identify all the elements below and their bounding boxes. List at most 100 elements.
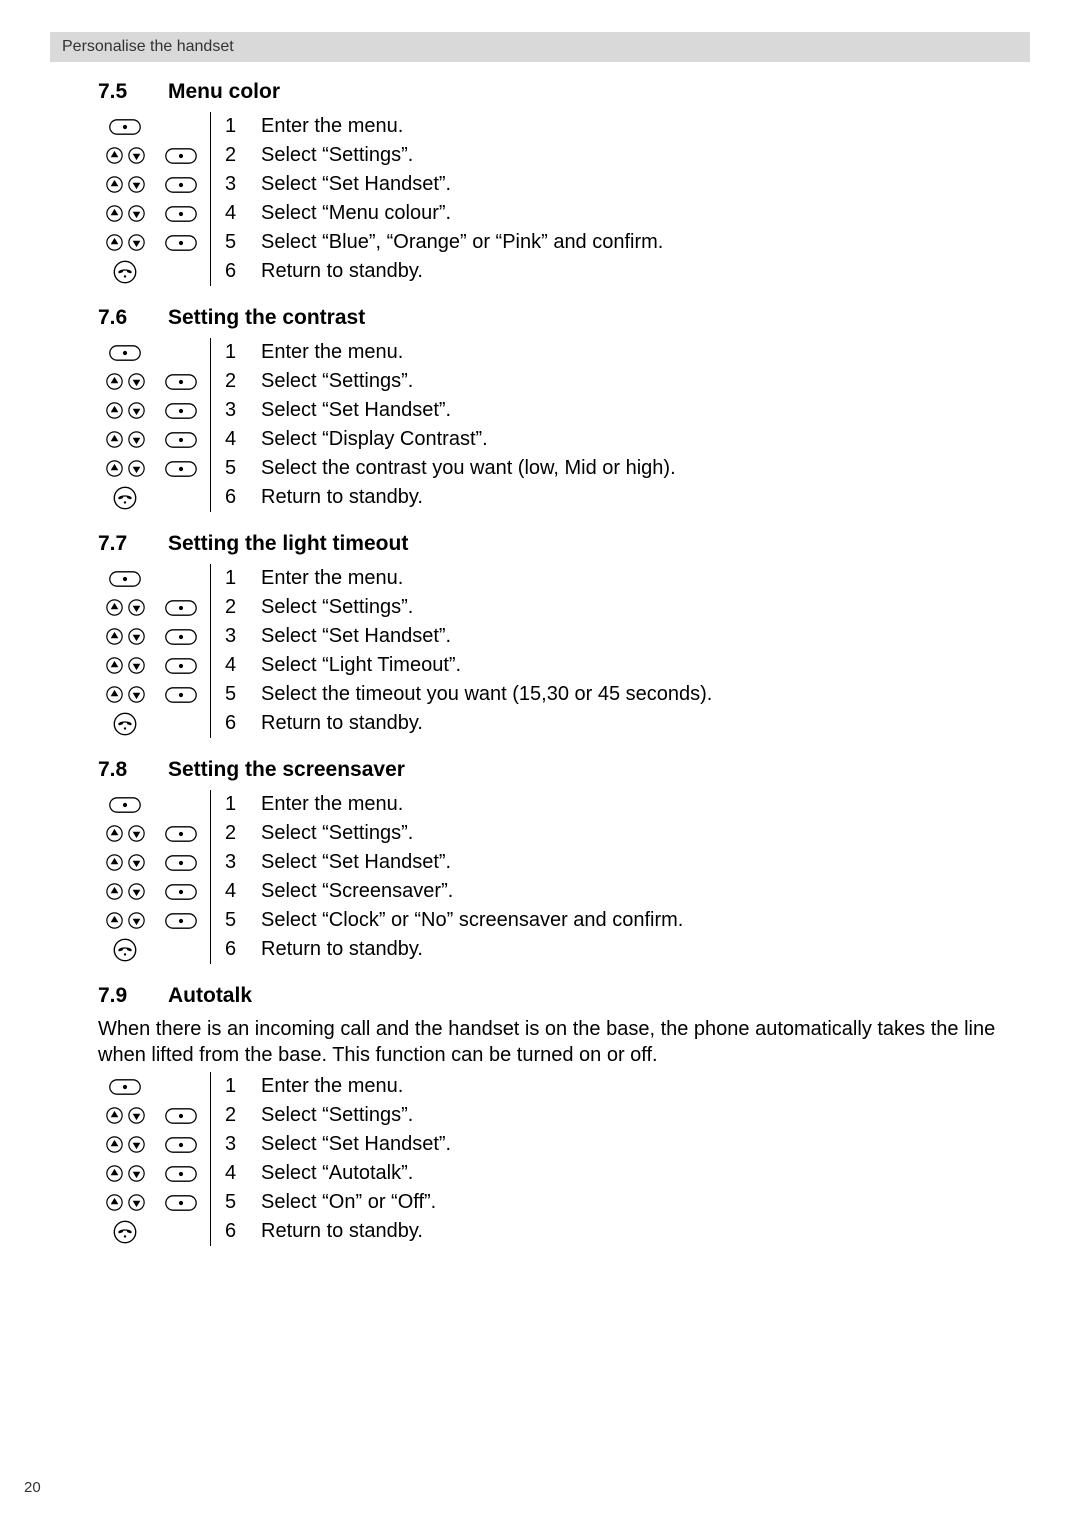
hangup-icon	[98, 1220, 152, 1244]
down-icon	[128, 1107, 145, 1124]
step-text: Select “Set Handset”.	[253, 170, 1020, 199]
step-row: 6Return to standby.	[98, 1217, 1020, 1246]
hangup-icon	[98, 486, 152, 510]
step-text: Return to standby.	[253, 1217, 1020, 1246]
step-row: 2Select “Settings”.	[98, 141, 1020, 170]
up-down-icons	[98, 1194, 152, 1211]
step-row: 6Return to standby.	[98, 935, 1020, 964]
step-icons	[98, 431, 210, 448]
up-icon	[106, 825, 123, 842]
step-icons	[98, 260, 210, 284]
step-icons	[98, 1079, 210, 1095]
divider	[210, 141, 211, 170]
step-row: 2Select “Settings”.	[98, 1101, 1020, 1130]
section-number: 7.9	[98, 984, 168, 1008]
step-icons	[98, 373, 210, 390]
section: 7.6Setting the contrast1Enter the menu.2…	[98, 306, 1020, 512]
menu-icon	[154, 600, 208, 616]
step-text: Select “Clock” or “No” screensaver and c…	[253, 906, 1020, 935]
divider	[210, 483, 211, 512]
section: 7.8Setting the screensaver1Enter the men…	[98, 758, 1020, 964]
section-heading: Menu color	[168, 80, 280, 104]
divider	[210, 1072, 211, 1101]
page-header-title: Personalise the handset	[62, 38, 234, 55]
step-number: 6	[219, 483, 253, 512]
step-text: Select “On” or “Off”.	[253, 1188, 1020, 1217]
up-icon	[106, 431, 123, 448]
menu-icon	[154, 913, 208, 929]
down-icon	[128, 1136, 145, 1153]
divider	[210, 1130, 211, 1159]
divider	[210, 1159, 211, 1188]
step-text: Enter the menu.	[253, 564, 1020, 593]
step-row: 5Select the contrast you want (low, Mid …	[98, 454, 1020, 483]
divider	[210, 396, 211, 425]
menu-icon	[154, 177, 208, 193]
step-row: 5Select the timeout you want (15,30 or 4…	[98, 680, 1020, 709]
step-icons	[98, 883, 210, 900]
step-icons	[98, 912, 210, 929]
step-icons	[98, 460, 210, 477]
step-icons	[98, 402, 210, 419]
up-down-icons	[98, 854, 152, 871]
down-icon	[128, 599, 145, 616]
step-text: Select “Settings”.	[253, 367, 1020, 396]
step-number: 4	[219, 1159, 253, 1188]
section-heading: Setting the screensaver	[168, 758, 405, 782]
down-icon	[128, 1194, 145, 1211]
step-row: 1Enter the menu.	[98, 790, 1020, 819]
divider	[210, 935, 211, 964]
page-content: 7.5Menu color1Enter the menu.2Select “Se…	[50, 80, 1030, 1246]
step-icons	[98, 797, 210, 813]
step-icons	[98, 147, 210, 164]
section-number: 7.6	[98, 306, 168, 330]
up-icon	[106, 205, 123, 222]
up-down-icons	[98, 1165, 152, 1182]
menu-icon	[98, 1079, 152, 1095]
step-text: Enter the menu.	[253, 790, 1020, 819]
divider	[210, 848, 211, 877]
up-down-icons	[98, 431, 152, 448]
step-text: Select “Light Timeout”.	[253, 651, 1020, 680]
step-icons	[98, 1194, 210, 1211]
step-icons	[98, 205, 210, 222]
up-down-icons	[98, 912, 152, 929]
section-heading: Setting the light timeout	[168, 532, 408, 556]
down-icon	[128, 373, 145, 390]
down-icon	[128, 825, 145, 842]
up-down-icons	[98, 883, 152, 900]
divider	[210, 877, 211, 906]
menu-icon	[154, 1195, 208, 1211]
step-icons	[98, 1220, 210, 1244]
step-text: Return to standby.	[253, 257, 1020, 286]
down-icon	[128, 147, 145, 164]
divider	[210, 367, 211, 396]
step-number: 1	[219, 790, 253, 819]
step-number: 4	[219, 425, 253, 454]
up-down-icons	[98, 176, 152, 193]
menu-icon	[154, 855, 208, 871]
section-heading: Setting the contrast	[168, 306, 365, 330]
section: 7.5Menu color1Enter the menu.2Select “Se…	[98, 80, 1020, 286]
step-number: 6	[219, 709, 253, 738]
down-icon	[128, 176, 145, 193]
step-number: 2	[219, 1101, 253, 1130]
up-icon	[106, 686, 123, 703]
menu-icon	[98, 571, 152, 587]
down-icon	[128, 234, 145, 251]
menu-icon	[154, 884, 208, 900]
step-number: 5	[219, 906, 253, 935]
step-icons	[98, 825, 210, 842]
down-icon	[128, 431, 145, 448]
up-icon	[106, 599, 123, 616]
menu-icon	[154, 374, 208, 390]
up-down-icons	[98, 205, 152, 222]
step-number: 2	[219, 593, 253, 622]
divider	[210, 170, 211, 199]
up-down-icons	[98, 628, 152, 645]
step-icons	[98, 345, 210, 361]
up-down-icons	[98, 1136, 152, 1153]
menu-icon	[154, 1166, 208, 1182]
menu-icon	[154, 235, 208, 251]
section: 7.9AutotalkWhen there is an incoming cal…	[98, 984, 1020, 1246]
